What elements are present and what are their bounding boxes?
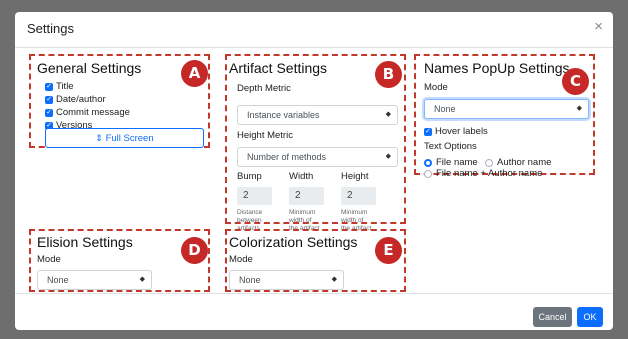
ok-button[interactable]: OK [577, 307, 603, 327]
height-metric-select[interactable]: Number of methods ◆ [237, 147, 398, 167]
author-name-radio[interactable] [485, 159, 493, 167]
badge-e: E [375, 237, 402, 264]
file-name-radio[interactable] [424, 159, 432, 167]
colorization-settings-panel: Colorization Settings E Mode None ◆ [225, 229, 406, 292]
hover-labels-checkbox[interactable]: ✓ [424, 128, 432, 136]
file-author-name-radio-label: File name + Author name [436, 168, 543, 179]
badge-b: B [375, 61, 402, 88]
general-settings-title: General Settings [37, 60, 142, 76]
badge-c: C [562, 68, 589, 95]
height-metric-label: Height Metric [237, 130, 293, 141]
file-author-name-radio[interactable] [424, 170, 432, 178]
full-screen-button[interactable]: ⇕ Full Screen [45, 128, 204, 148]
select-caret-icon: ◆ [385, 111, 391, 118]
settings-dialog: Settings × General Settings A ✓ Title ✓ … [15, 12, 613, 330]
close-icon[interactable]: × [594, 19, 603, 34]
fullscreen-icon: ⇕ [95, 133, 103, 143]
names-popup-settings-panel: Names PopUp Settings C Mode None ◆ ✓ Hov… [414, 54, 595, 179]
title-checkbox[interactable]: ✓ [45, 83, 53, 91]
bump-label: Bump [237, 171, 262, 182]
width-label: Width [289, 171, 314, 182]
select-caret-icon: ◆ [385, 153, 391, 160]
artifact-settings-title: Artifact Settings [229, 60, 328, 76]
commit-message-checkbox[interactable]: ✓ [45, 109, 53, 117]
cancel-button[interactable]: Cancel [533, 307, 572, 327]
commit-message-check-label: Commit message [56, 107, 130, 118]
file-name-radio-label: File name [436, 157, 478, 168]
date-author-checkbox[interactable]: ✓ [45, 96, 53, 104]
title-check-label: Title [56, 81, 74, 92]
select-caret-icon: ◆ [139, 276, 145, 283]
names-mode-label: Mode [424, 82, 448, 93]
depth-metric-label: Depth Metric [237, 83, 291, 94]
depth-metric-value: Instance variables [247, 110, 320, 120]
elision-settings-panel: Elision Settings D Mode None ◆ [29, 229, 210, 292]
full-screen-label: Full Screen [105, 133, 154, 144]
height-value: 2 [347, 190, 353, 201]
badge-d: D [181, 237, 208, 264]
text-options-label: Text Options [424, 141, 477, 152]
height-label: Height [341, 171, 369, 182]
width-input[interactable]: 2 [289, 187, 324, 205]
bump-input[interactable]: 2 [237, 187, 272, 205]
date-author-check-label: Date/author [56, 94, 106, 105]
names-mode-select[interactable]: None ◆ [424, 99, 589, 119]
dialog-header: Settings × [15, 12, 613, 48]
colorization-mode-select[interactable]: None ◆ [229, 270, 344, 290]
elision-settings-title: Elision Settings [37, 234, 133, 250]
dialog-title: Settings [27, 21, 74, 36]
width-value: 2 [295, 190, 301, 201]
height-input[interactable]: 2 [341, 187, 376, 205]
bump-value: 2 [243, 190, 249, 201]
colorization-mode-label: Mode [229, 254, 253, 265]
depth-metric-select[interactable]: Instance variables ◆ [237, 105, 398, 125]
hover-labels-label: Hover labels [435, 126, 488, 137]
names-mode-value: None [434, 104, 456, 114]
elision-mode-label: Mode [37, 254, 61, 265]
height-metric-value: Number of methods [247, 152, 327, 162]
select-caret-icon: ◆ [576, 105, 582, 112]
colorization-settings-title: Colorization Settings [229, 234, 358, 250]
footer-divider [15, 293, 613, 294]
elision-mode-select[interactable]: None ◆ [37, 270, 152, 290]
names-popup-settings-title: Names PopUp Settings [424, 60, 570, 76]
elision-mode-value: None [47, 275, 69, 285]
select-caret-icon: ◆ [331, 276, 337, 283]
artifact-settings-panel: Artifact Settings B Depth Metric Instanc… [225, 54, 406, 232]
general-settings-panel: General Settings A ✓ Title ✓ Date/author… [29, 54, 210, 148]
colorization-mode-value: None [239, 275, 261, 285]
author-name-radio-label: Author name [497, 157, 552, 168]
badge-a: A [181, 60, 208, 87]
